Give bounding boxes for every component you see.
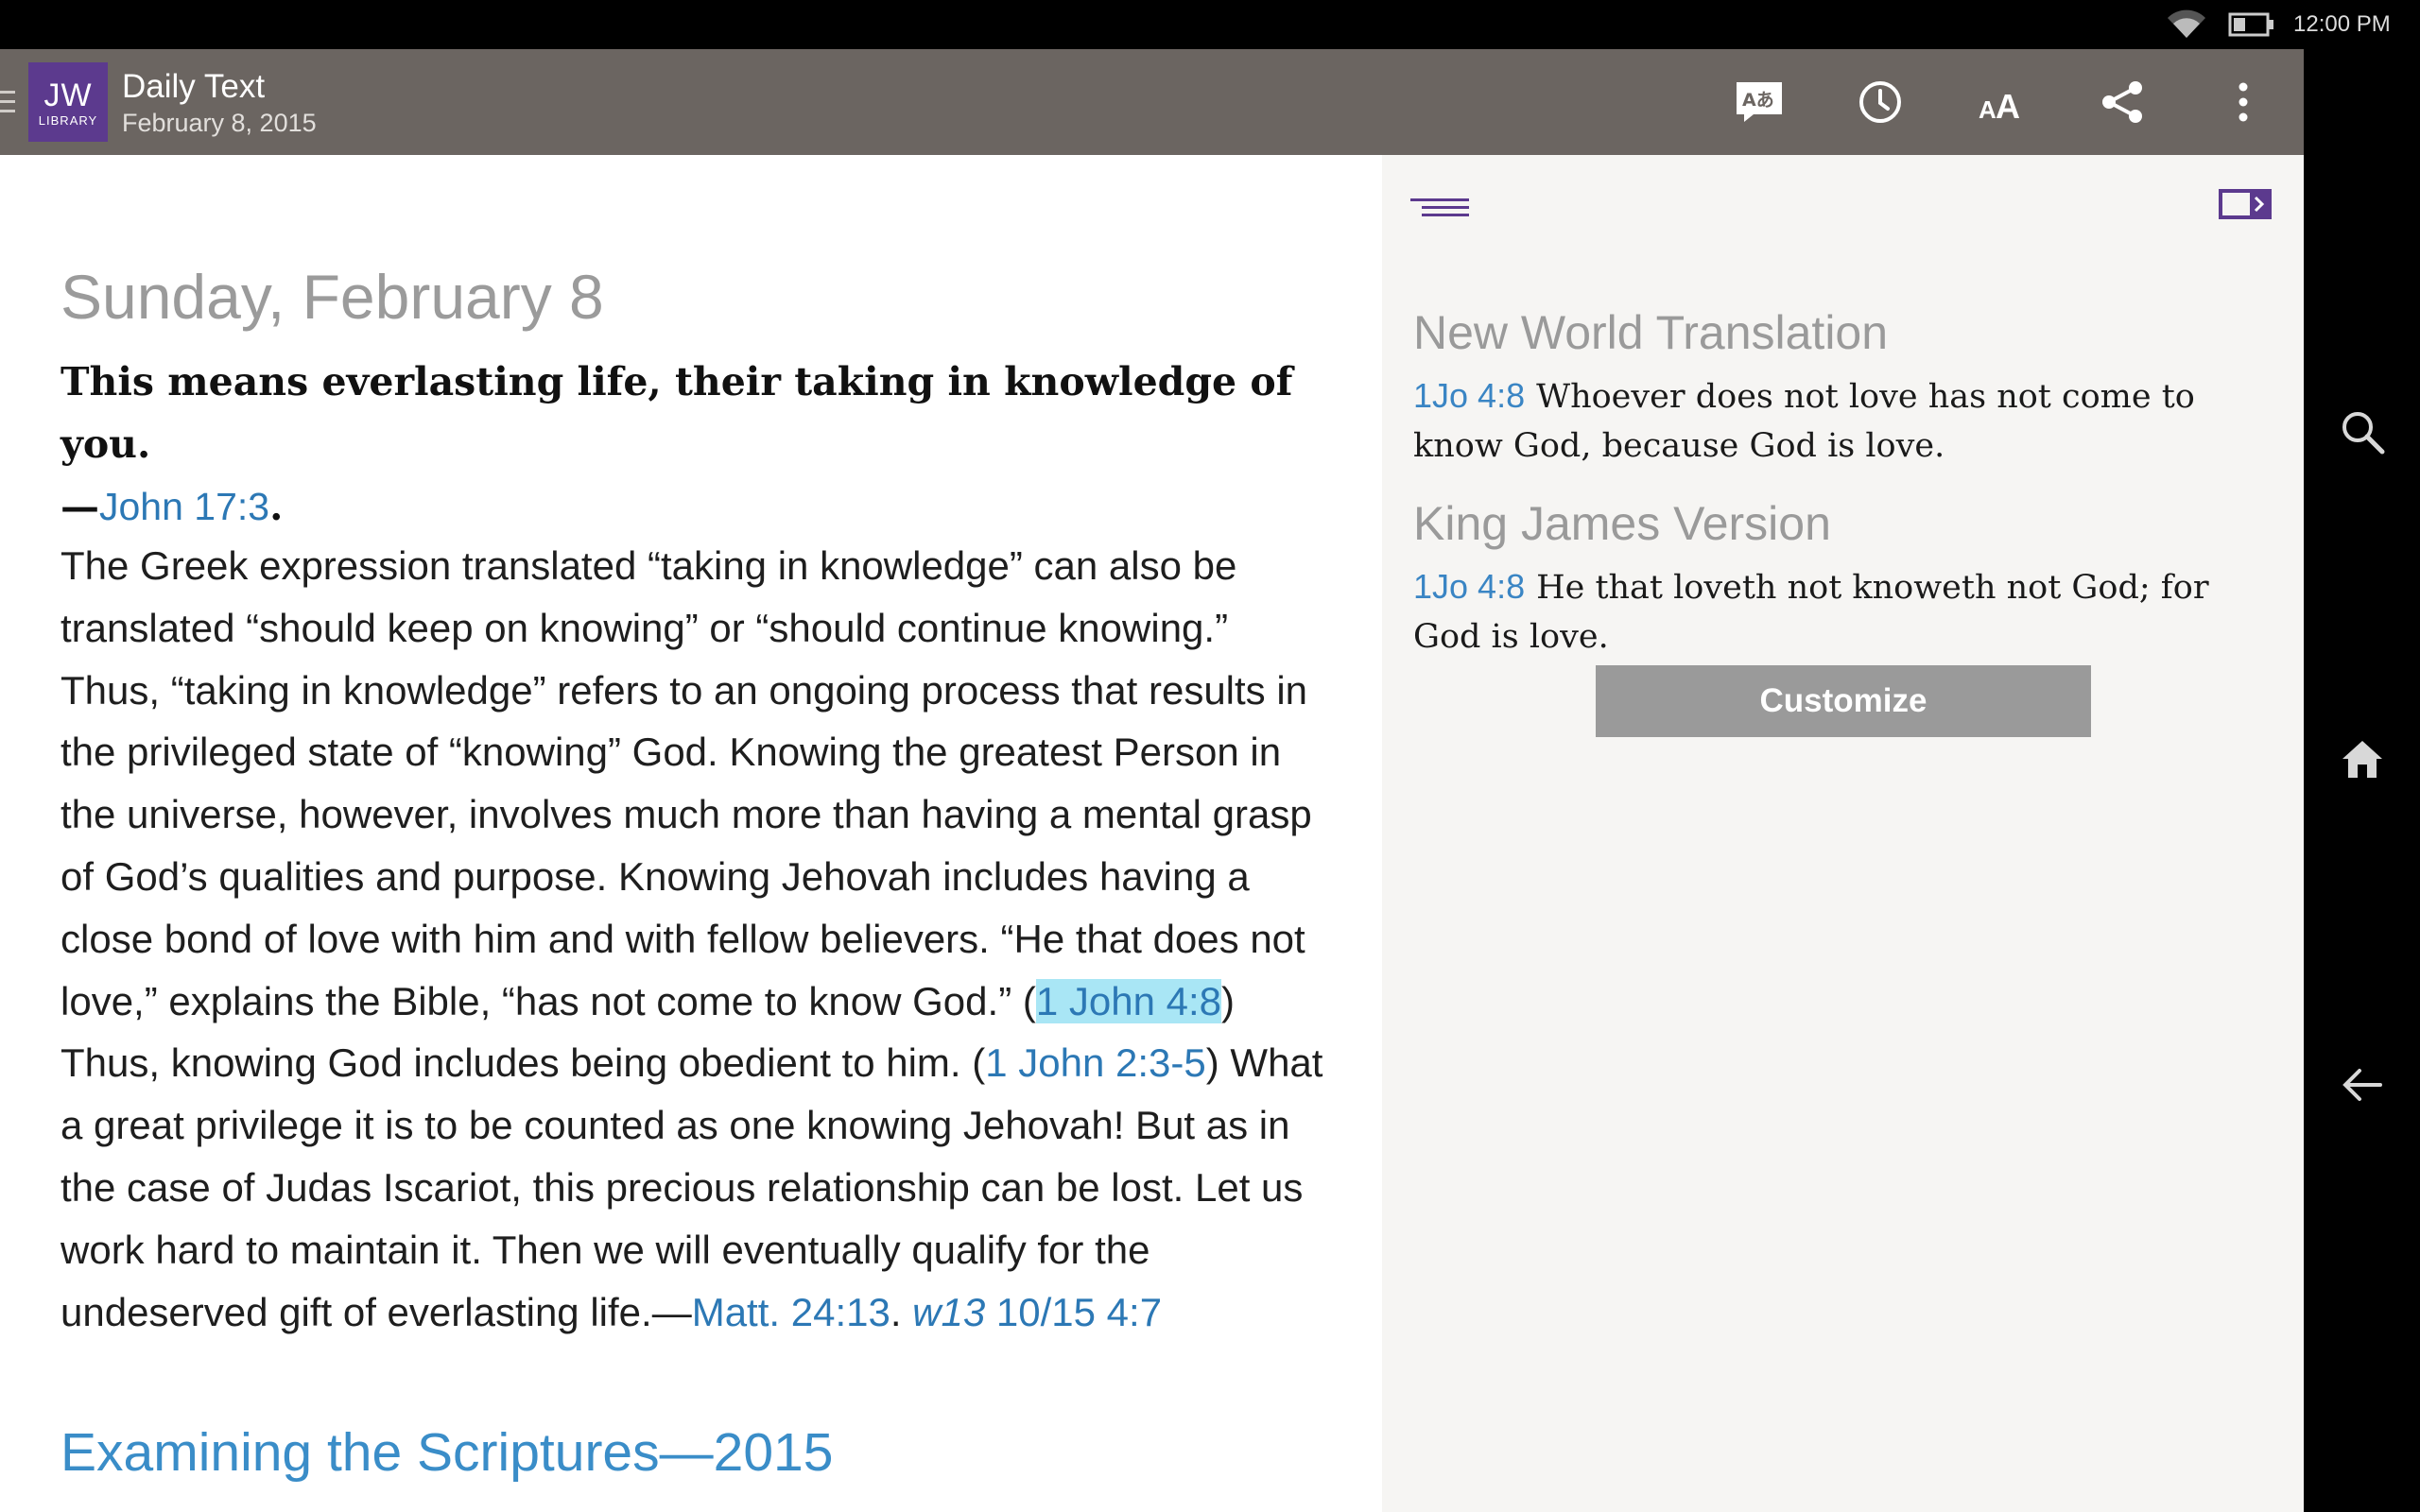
text-size-icon[interactable]: A A xyxy=(1971,72,2031,132)
drawer-menu-icon[interactable] xyxy=(0,87,21,117)
verse-text: 1Jo 4:8 Whoever does not love has not com… xyxy=(1413,371,2264,471)
language-icon[interactable]: Aあ xyxy=(1729,72,1789,132)
theme-text: This means everlasting life, their takin… xyxy=(60,359,1293,467)
app-window: JW LIBRARY Daily Text February 8, 2015 A… xyxy=(0,49,2304,1512)
theme-scripture-link[interactable]: John 17:3 xyxy=(99,485,269,528)
publication-link-w13[interactable]: w13 xyxy=(912,1290,985,1334)
logo-sub-text: LIBRARY xyxy=(38,113,98,128)
daily-text-pane: Sunday, February 8 This means everlastin… xyxy=(0,155,1382,1512)
paragraph-text: The Greek expression translated “taking … xyxy=(60,543,1312,1023)
scripture-link-matt-24-13[interactable]: Matt. 24:13 xyxy=(692,1290,890,1334)
svg-text:A: A xyxy=(1996,87,2020,124)
publication-title-link[interactable]: Examining the Scriptures—2015 xyxy=(60,1419,833,1486)
status-bar: 12:00 PM xyxy=(0,0,2420,49)
theme-dash: — xyxy=(60,484,99,529)
page-subtitle: February 8, 2015 xyxy=(122,109,317,137)
svg-text:A: A xyxy=(1979,95,1996,124)
version-title: King James Version xyxy=(1413,497,1831,550)
page-title: Daily Text xyxy=(122,68,266,105)
verse-body: Whoever does not love has not come to kn… xyxy=(1413,378,2195,465)
svg-text:Aあ: Aあ xyxy=(1742,90,1774,111)
publication-link-reference[interactable]: 10/15 4:7 xyxy=(985,1290,1162,1334)
back-icon[interactable] xyxy=(2334,1057,2391,1113)
list-menu-icon[interactable] xyxy=(1410,189,1471,227)
collapse-pane-icon[interactable] xyxy=(2218,185,2274,223)
verse-ref-link[interactable]: 1Jo 4:8 xyxy=(1413,567,1525,606)
theme-scripture: This means everlasting life, their takin… xyxy=(60,351,1318,538)
share-icon[interactable] xyxy=(2092,72,2152,132)
verse-ref-link[interactable]: 1Jo 4:8 xyxy=(1413,376,1525,415)
comment-paragraph: The Greek expression translated “taking … xyxy=(60,535,1327,1343)
verse-body: He that loveth not knoweth not God; for … xyxy=(1413,569,2209,656)
wifi-icon xyxy=(2165,9,2208,40)
day-heading: Sunday, February 8 xyxy=(60,262,604,332)
more-icon[interactable] xyxy=(2213,72,2273,132)
customize-button[interactable]: Customize xyxy=(1596,665,2091,737)
toolbar: JW LIBRARY Daily Text February 8, 2015 A… xyxy=(0,49,2304,155)
logo-main-text: JW xyxy=(43,77,93,113)
app-logo[interactable]: JW LIBRARY xyxy=(28,62,108,142)
history-icon[interactable] xyxy=(1850,72,1910,132)
status-clock: 12:00 PM xyxy=(2293,11,2391,37)
system-nav-bar xyxy=(2304,49,2420,1512)
battery-icon xyxy=(2228,11,2275,38)
theme-end: . xyxy=(269,484,284,529)
verse-side-pane: New World Translation 1Jo 4:8 Whoever doe… xyxy=(1382,155,2304,1512)
version-title: New World Translation xyxy=(1413,306,1889,359)
search-icon[interactable] xyxy=(2334,404,2391,460)
verse-text: 1Jo 4:8 He that loveth not knoweth not Go… xyxy=(1413,562,2264,662)
paragraph-text: . xyxy=(890,1289,913,1334)
home-icon[interactable] xyxy=(2334,731,2391,788)
scripture-link-1-john-2-3-5[interactable]: 1 John 2:3-5 xyxy=(985,1040,1206,1085)
scripture-link-1-john-4-8[interactable]: 1 John 4:8 xyxy=(1035,978,1222,1023)
